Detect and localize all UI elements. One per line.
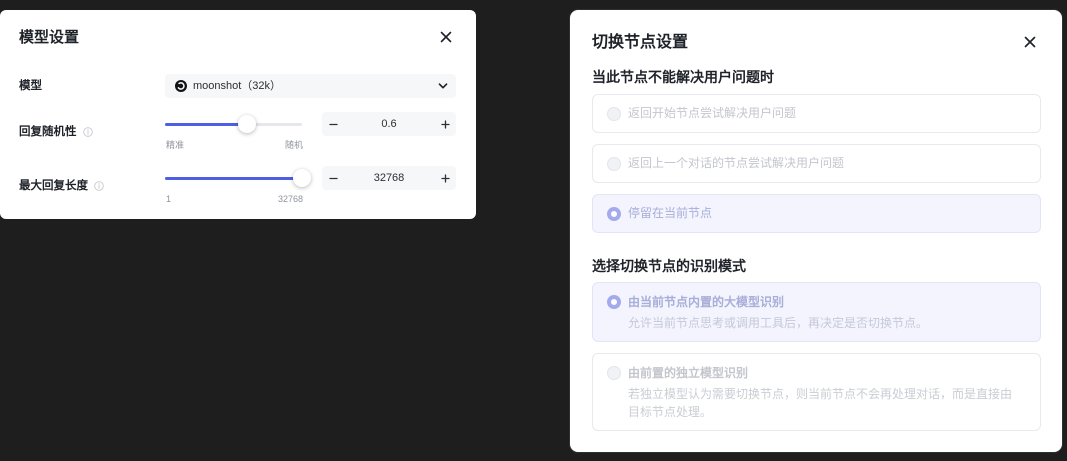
dialog-title: 模型设置 xyxy=(19,29,80,46)
recognition-section-heading: 选择切换节点的识别模式 xyxy=(592,258,746,274)
fallback-radio-group: 返回开始节点尝试解决用户问题 返回上一个对话的节点尝试解决用户问题 停留在当前节… xyxy=(592,94,1041,233)
max-length-slider-scale: 1 32768 xyxy=(166,194,303,205)
option-label: 停留在当前节点 xyxy=(628,206,713,220)
plus-icon xyxy=(440,173,450,183)
model-select[interactable]: moonshot（32k） xyxy=(165,74,456,98)
fallback-section-heading: 当此节点不能解决用户问题时 xyxy=(592,69,774,85)
slider-max-label: 32768 xyxy=(277,194,303,204)
info-icon[interactable] xyxy=(82,127,93,137)
temperature-stepper xyxy=(322,112,456,136)
option-description: 若独立模型认为需要切换节点，则当前节点不会再处理对话，而是直接由目标节点处理。 xyxy=(628,387,1013,419)
switch-node-settings-dialog: 切换节点设置 当此节点不能解决用户问题时 返回开始节点尝试解决用户问题 返回上一… xyxy=(570,10,1062,452)
temperature-row-label: 回复随机性 xyxy=(19,125,93,139)
radio-button[interactable] xyxy=(607,207,621,221)
radio-option-independent-model[interactable]: 由前置的独立模型识别 若独立模型认为需要切换节点，则当前节点不会再处理对话，而是… xyxy=(592,353,1041,431)
radio-option-return-to-start[interactable]: 返回开始节点尝试解决用户问题 xyxy=(592,94,1041,133)
radio-button[interactable] xyxy=(607,107,621,121)
recognition-radio-group: 由当前节点内置的大模型识别 允许当前节点思考或调用工具后，再决定是否切换节点。 … xyxy=(592,282,1041,431)
decrease-button[interactable] xyxy=(322,166,344,190)
radio-button[interactable] xyxy=(607,366,621,380)
model-select-value: moonshot（32k） xyxy=(193,80,282,92)
increase-button[interactable] xyxy=(434,112,456,136)
slider-handle[interactable] xyxy=(238,115,257,133)
slider-max-label: 随机 xyxy=(284,140,303,150)
max-length-input[interactable] xyxy=(344,166,434,190)
radio-option-return-to-previous[interactable]: 返回上一个对话的节点尝试解决用户问题 xyxy=(592,144,1041,183)
max-length-stepper xyxy=(322,166,456,190)
model-row-label: 模型 xyxy=(19,79,42,93)
max-length-label: 最大回复长度 xyxy=(19,180,88,192)
minus-icon xyxy=(328,120,338,129)
option-label: 由当前节点内置的大模型识别 xyxy=(628,295,785,309)
temperature-input[interactable] xyxy=(344,112,434,136)
minus-icon xyxy=(328,174,338,183)
option-label: 由前置的独立模型识别 xyxy=(628,366,749,380)
temperature-slider[interactable] xyxy=(165,115,302,133)
max-length-row-label: 最大回复长度 xyxy=(19,179,104,193)
temperature-label: 回复随机性 xyxy=(19,126,77,138)
option-description: 允许当前节点思考或调用工具后，再决定是否切换节点。 xyxy=(628,316,929,330)
model-settings-dialog: 模型设置 模型 moonshot（32k） 回复随机性 精准 随机 0.6 最大… xyxy=(0,10,476,219)
option-label: 返回开始节点尝试解决用户问题 xyxy=(628,106,797,120)
radio-option-stay-current[interactable]: 停留在当前节点 xyxy=(592,194,1041,233)
decrease-button[interactable] xyxy=(322,112,344,136)
slider-handle[interactable] xyxy=(293,169,311,187)
slider-fill xyxy=(165,122,248,126)
increase-button[interactable] xyxy=(434,166,456,190)
dialog-title: 切换节点设置 xyxy=(592,34,689,51)
slider-min-label: 精准 xyxy=(166,140,185,150)
radio-option-builtin-model[interactable]: 由当前节点内置的大模型识别 允许当前节点思考或调用工具后，再决定是否切换节点。 xyxy=(592,282,1041,342)
option-label: 返回上一个对话的节点尝试解决用户问题 xyxy=(628,156,845,170)
slider-fill xyxy=(165,176,302,180)
radio-button[interactable] xyxy=(607,295,621,309)
moonshot-logo-icon xyxy=(175,80,187,92)
max-length-slider[interactable] xyxy=(165,169,311,187)
slider-min-label: 1 xyxy=(166,194,172,204)
close-button[interactable] xyxy=(439,30,453,44)
info-icon[interactable] xyxy=(94,181,104,191)
close-button[interactable] xyxy=(1023,35,1037,49)
close-icon xyxy=(440,31,452,43)
model-label: 模型 xyxy=(19,80,42,92)
plus-icon xyxy=(440,119,450,129)
close-icon xyxy=(1024,36,1036,48)
chevron-down-icon xyxy=(438,81,448,91)
radio-button[interactable] xyxy=(607,157,621,171)
temperature-slider-scale: 精准 随机 xyxy=(166,140,303,151)
